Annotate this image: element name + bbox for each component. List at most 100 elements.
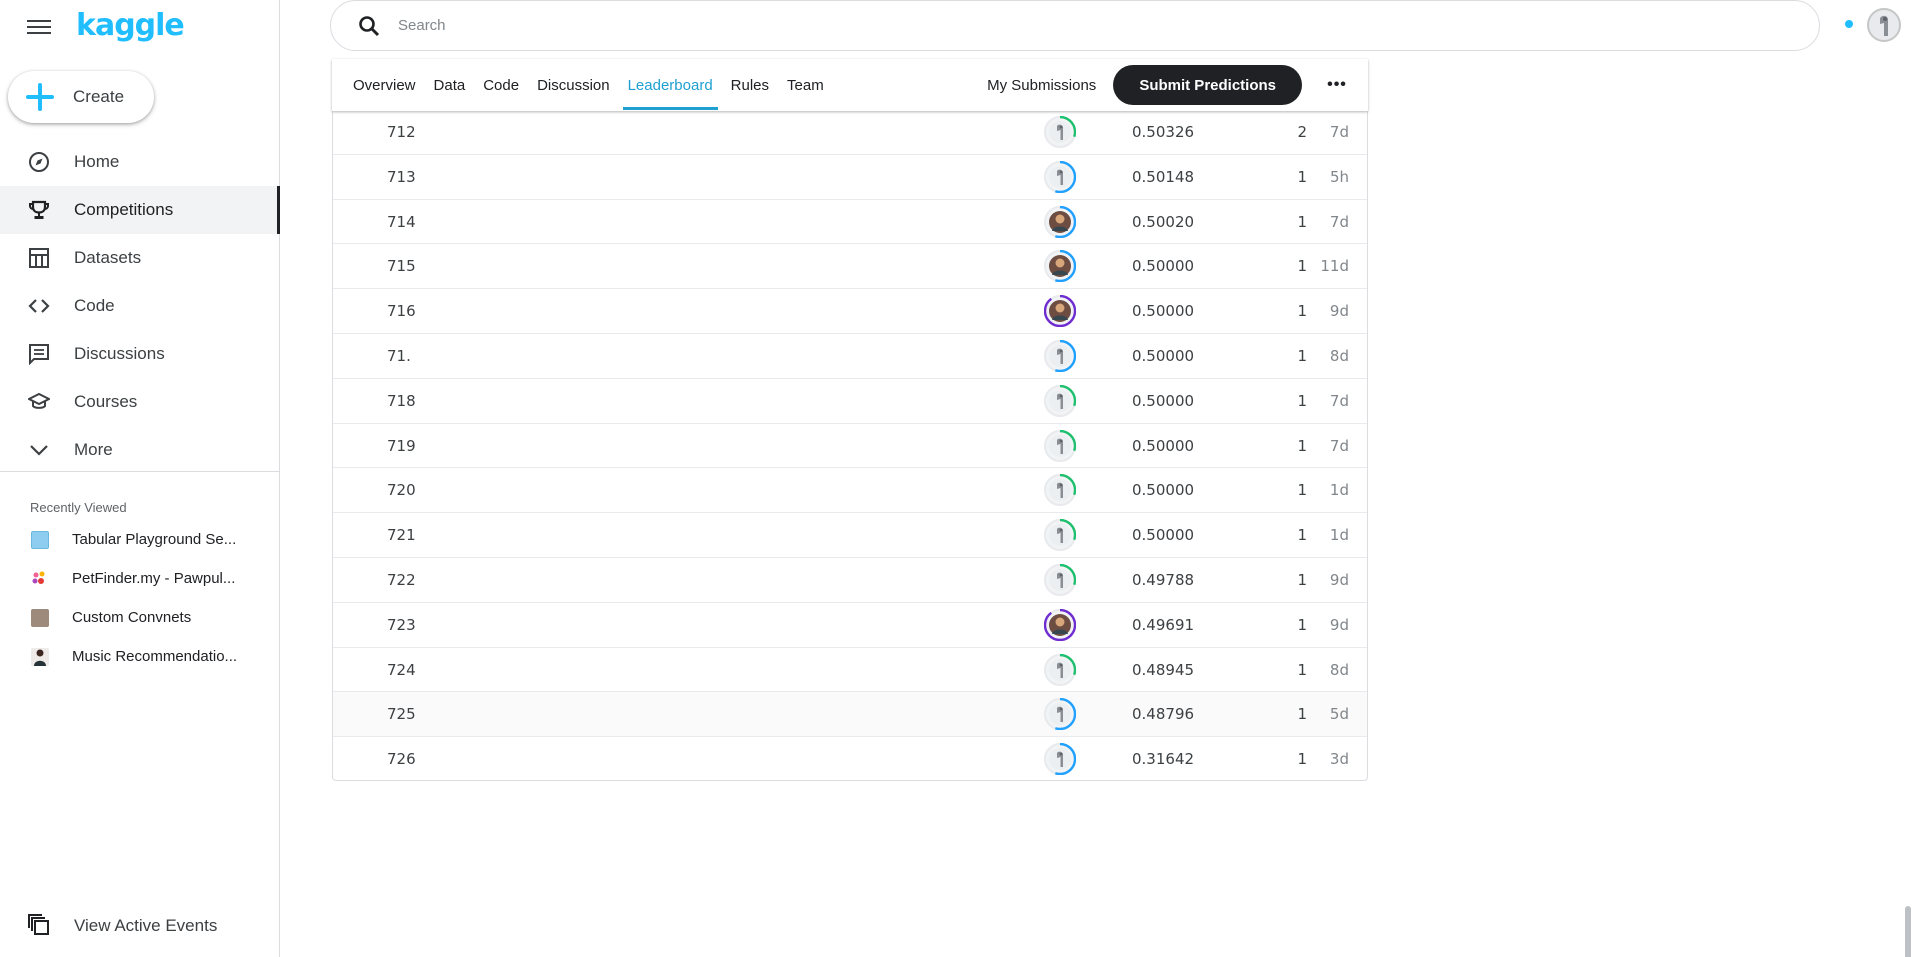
table-row[interactable]: 724 0.48945 1 8d xyxy=(333,648,1367,693)
team-avatar[interactable] xyxy=(1044,116,1076,148)
scrollbar-thumb[interactable] xyxy=(1905,906,1911,957)
table-row[interactable]: 722 0.49788 1 9d xyxy=(333,558,1367,603)
team-avatar[interactable] xyxy=(1044,250,1076,283)
tab-team[interactable]: Team xyxy=(778,59,833,111)
page-scrollbar[interactable] xyxy=(1903,56,1913,957)
competition-tabs: Overview Data Code Discussion Leaderboar… xyxy=(344,59,833,111)
entries-cell: 1 xyxy=(1297,750,1307,769)
search-bar xyxy=(330,0,1820,51)
team-avatar[interactable] xyxy=(1044,519,1076,552)
sidebar-item-home[interactable]: Home xyxy=(0,138,279,186)
score-cell: 0.50000 xyxy=(1132,526,1195,545)
score-cell: 0.31642 xyxy=(1132,750,1195,769)
table-row[interactable]: 712 0.50326 2 7d xyxy=(333,110,1367,155)
team-avatar[interactable] xyxy=(1044,563,1076,596)
submit-predictions-button[interactable]: Submit Predictions xyxy=(1113,65,1302,105)
entries-cell: 1 xyxy=(1297,660,1307,679)
search-input[interactable] xyxy=(398,17,1698,34)
team-avatar[interactable] xyxy=(1044,205,1076,238)
hamburger-menu-icon[interactable] xyxy=(27,16,51,34)
table-row[interactable]: 720 0.50000 1 1d xyxy=(333,468,1367,514)
rank-cell: 71. xyxy=(387,346,411,365)
sidebar-item-competitions[interactable]: Competitions xyxy=(0,186,280,234)
entries-cell: 1 xyxy=(1297,615,1307,634)
sidebar-item-label: Courses xyxy=(74,392,138,411)
tab-rules[interactable]: Rules xyxy=(722,59,778,111)
rank-cell: 713 xyxy=(387,167,416,186)
tab-data[interactable]: Data xyxy=(425,59,475,111)
more-options-icon[interactable]: ••• xyxy=(1317,65,1357,105)
entries-cell: 1 xyxy=(1297,391,1307,410)
entries-cell: 1 xyxy=(1297,257,1307,276)
last-submission-cell: 1d xyxy=(1329,481,1349,500)
table-row[interactable]: 71. 0.50000 1 8d xyxy=(333,334,1367,379)
table-row[interactable]: 719 0.50000 1 7d xyxy=(333,424,1367,469)
kaggle-logo[interactable]: kaggle xyxy=(76,8,185,43)
sidebar-item-label: Code xyxy=(74,296,115,315)
rank-cell: 716 xyxy=(387,302,416,321)
table-row[interactable]: 725 0.48796 1 5d xyxy=(333,692,1367,738)
team-avatar[interactable] xyxy=(1044,653,1076,686)
tab-leaderboard[interactable]: Leaderboard xyxy=(619,59,722,111)
last-submission-cell: 7d xyxy=(1329,212,1349,231)
score-cell: 0.49788 xyxy=(1132,570,1195,589)
tab-code[interactable]: Code xyxy=(474,59,528,111)
sidebar-item-discussions[interactable]: Discussions xyxy=(0,330,279,378)
entries-cell: 1 xyxy=(1297,167,1307,186)
last-submission-cell: 8d xyxy=(1329,660,1349,679)
team-avatar[interactable] xyxy=(1044,474,1076,507)
sidebar-item-datasets[interactable]: Datasets xyxy=(0,234,279,282)
team-avatar[interactable] xyxy=(1044,743,1076,776)
score-cell: 0.49691 xyxy=(1132,615,1195,634)
team-avatar[interactable] xyxy=(1044,429,1076,462)
tab-overview[interactable]: Overview xyxy=(344,59,425,111)
team-avatar[interactable] xyxy=(1044,160,1076,193)
sidebar-nav: Home Competitions Datasets Code Discussi… xyxy=(0,138,280,474)
recent-item[interactable]: Tabular Playground Se... xyxy=(0,520,279,559)
sidebar-item-more[interactable]: More xyxy=(0,426,279,474)
last-submission-cell: 1d xyxy=(1329,526,1349,545)
events-icon xyxy=(27,913,51,937)
sidebar-item-courses[interactable]: Courses xyxy=(0,378,279,426)
create-button[interactable]: Create xyxy=(8,71,154,123)
user-avatar[interactable] xyxy=(1867,8,1901,42)
last-submission-cell: 5d xyxy=(1329,705,1349,724)
recent-item-label: Music Recommendatio... xyxy=(72,648,238,665)
recent-item-label: Custom Convnets xyxy=(72,609,192,626)
recent-item[interactable]: PetFinder.my - Pawpul... xyxy=(0,559,279,598)
table-row[interactable]: 718 0.50000 1 7d xyxy=(333,379,1367,424)
table-row[interactable]: 716 0.50000 1 9d xyxy=(333,289,1367,334)
team-avatar[interactable] xyxy=(1044,698,1076,731)
table-row[interactable]: 713 0.50148 1 5h xyxy=(333,155,1367,200)
my-submissions-link[interactable]: My Submissions xyxy=(987,77,1096,94)
discussion-icon xyxy=(27,342,51,366)
team-avatar[interactable] xyxy=(1044,295,1076,328)
team-avatar[interactable] xyxy=(1044,339,1076,372)
recent-thumbnail xyxy=(31,647,49,666)
sidebar-divider xyxy=(0,471,279,472)
score-cell: 0.50000 xyxy=(1132,436,1195,455)
table-row[interactable]: 723 0.49691 1 9d xyxy=(333,603,1367,648)
score-cell: 0.50000 xyxy=(1132,257,1195,276)
rank-cell: 721 xyxy=(387,526,416,545)
entries-cell: 1 xyxy=(1297,705,1307,724)
sidebar-item-label: Discussions xyxy=(74,344,165,363)
sidebar-item-code[interactable]: Code xyxy=(0,282,279,330)
table-row[interactable]: 714 0.50020 1 7d xyxy=(333,200,1367,245)
recent-item[interactable]: Custom Convnets xyxy=(0,598,279,637)
table-row[interactable]: 726 0.31642 1 3d xyxy=(333,737,1367,782)
last-submission-cell: 7d xyxy=(1329,436,1349,455)
tab-discussion[interactable]: Discussion xyxy=(528,59,619,111)
table-row[interactable]: 721 0.50000 1 1d xyxy=(333,513,1367,558)
rank-cell: 720 xyxy=(387,481,416,500)
view-active-events-button[interactable]: View Active Events xyxy=(0,907,279,943)
table-row[interactable]: 715 0.50000 1 11d xyxy=(333,244,1367,290)
entries-cell: 1 xyxy=(1297,570,1307,589)
recent-item[interactable]: Music Recommendatio... xyxy=(0,637,279,676)
team-avatar[interactable] xyxy=(1044,608,1076,641)
score-cell: 0.48945 xyxy=(1132,660,1195,679)
last-submission-cell: 3d xyxy=(1329,750,1349,769)
score-cell: 0.48796 xyxy=(1132,705,1195,724)
team-avatar[interactable] xyxy=(1044,384,1076,417)
recent-item-label: Tabular Playground Se... xyxy=(72,531,237,548)
